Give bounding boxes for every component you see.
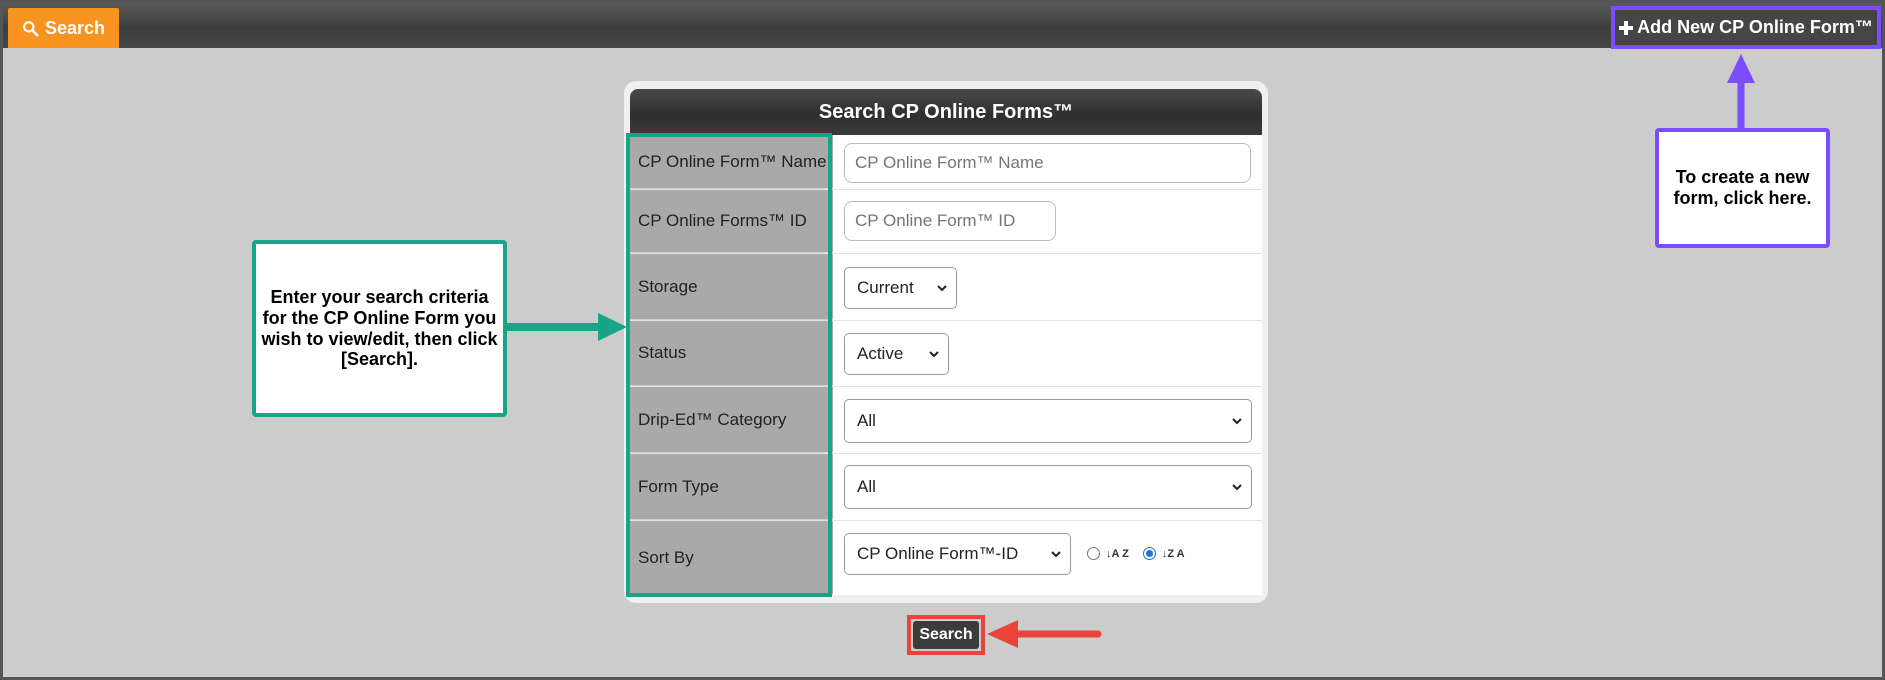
purple-arrow xyxy=(1727,54,1755,128)
red-arrow xyxy=(987,620,1102,648)
annotation-arrows xyxy=(507,54,1755,648)
teal-arrow xyxy=(507,313,627,341)
